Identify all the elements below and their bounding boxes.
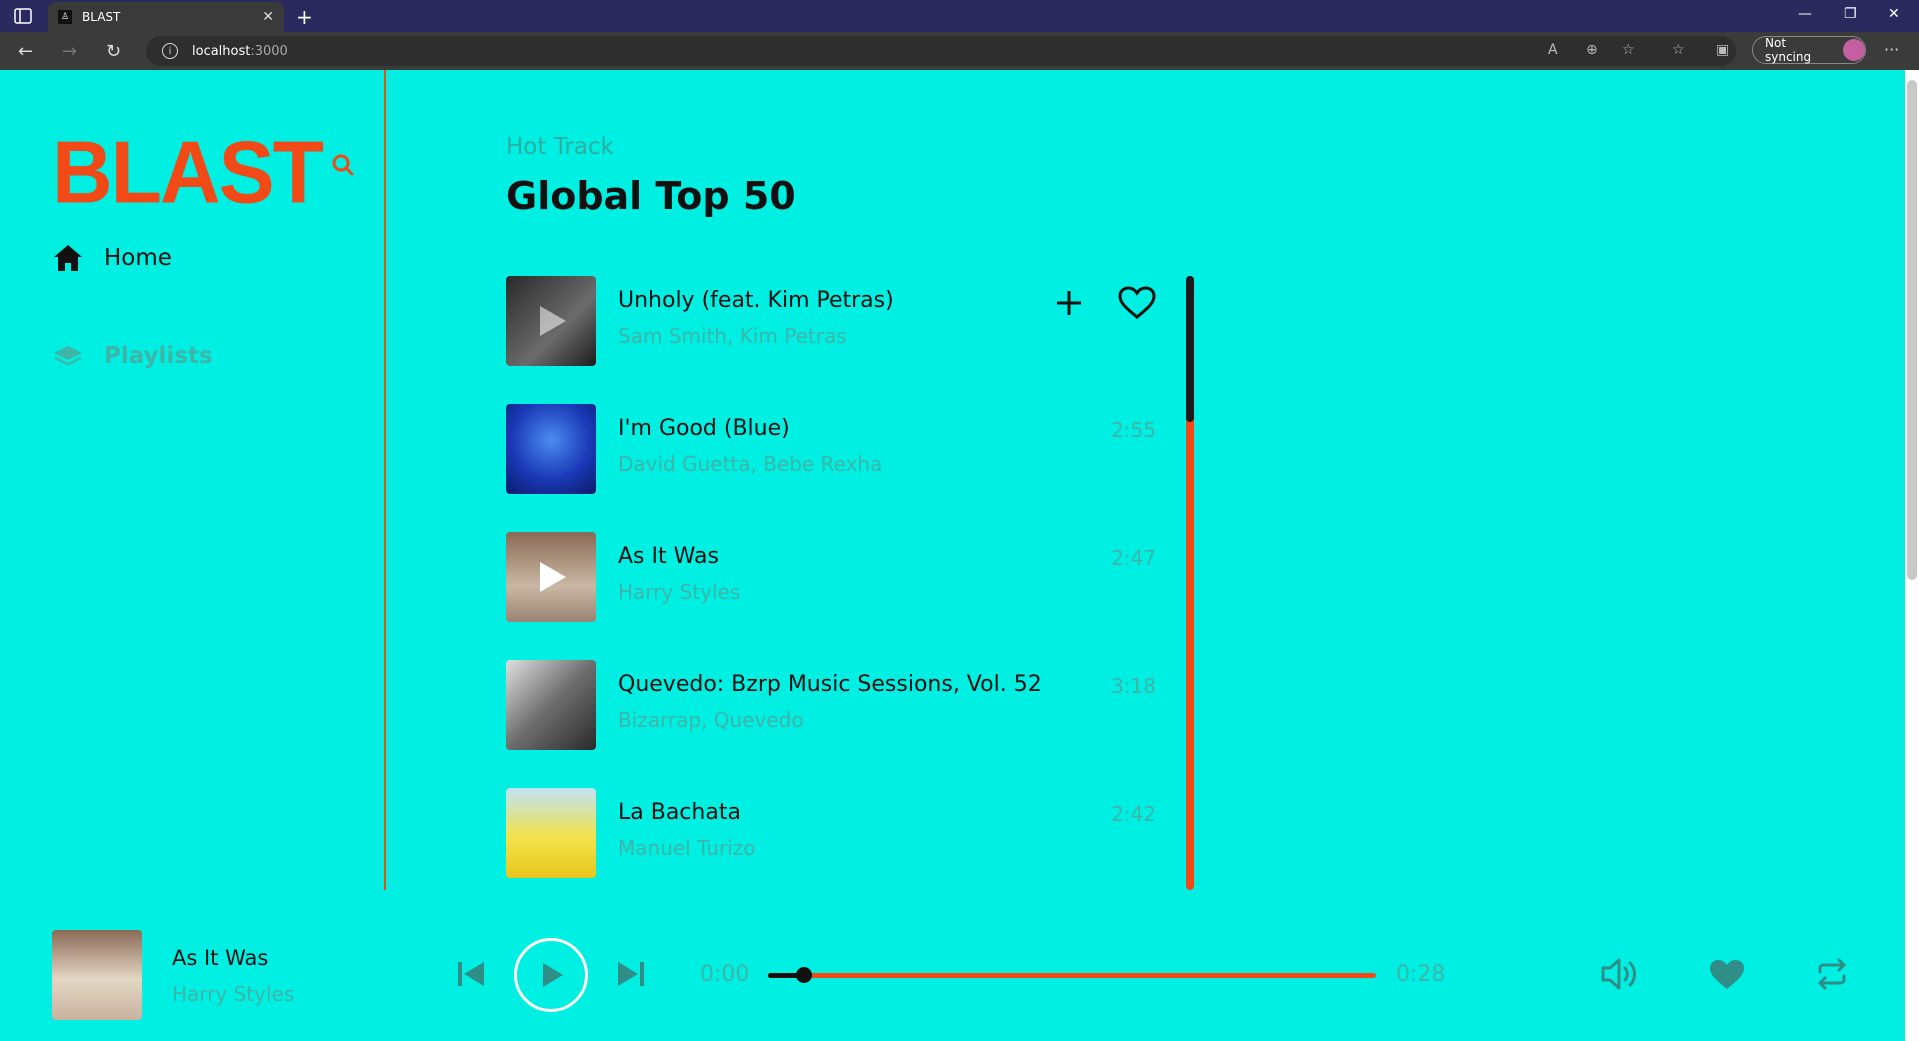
app: BLAST Home Playlists Hot Track Global To… — [0, 70, 1905, 1041]
album-art[interactable] — [506, 404, 596, 494]
sync-label: Not syncing — [1765, 36, 1812, 64]
add-favorite-icon[interactable]: ☆ — [1622, 42, 1635, 58]
track-duration: 3:18 — [1111, 674, 1156, 698]
track-row[interactable]: As It Was Harry Styles 2:47 — [506, 532, 1156, 624]
track-artist[interactable]: Bizarrap, Quevedo — [618, 708, 804, 732]
heart-outline-icon[interactable] — [1118, 286, 1156, 320]
url-field[interactable]: i localhost:3000 — [146, 36, 1736, 66]
album-art[interactable] — [506, 788, 596, 878]
tab-title: BLAST — [82, 10, 121, 24]
layers-icon — [54, 346, 82, 366]
zoom-icon[interactable]: ⊕ — [1586, 42, 1598, 58]
reload-icon[interactable]: ↻ — [106, 41, 121, 62]
browser-tab[interactable]: ♙ BLAST ✕ — [48, 2, 284, 32]
track-title: La Bachata — [618, 800, 741, 825]
progress-bar[interactable] — [768, 973, 1376, 978]
site-info-icon[interactable]: i — [162, 43, 178, 59]
track-duration: 2:55 — [1111, 418, 1156, 442]
sidebar: BLAST Home Playlists — [0, 70, 386, 890]
track-row[interactable]: I'm Good (Blue) David Guetta, Bebe Rexha… — [506, 404, 1156, 496]
album-art[interactable] — [506, 532, 596, 622]
play-icon — [543, 963, 563, 987]
now-playing-art — [52, 930, 142, 1020]
sidebar-item-label: Home — [104, 245, 172, 271]
current-time: 0:00 — [700, 962, 750, 987]
track-row[interactable]: Quevedo: Bzrp Music Sessions, Vol. 52 Bi… — [506, 660, 1156, 752]
close-window-icon[interactable]: ✕ — [1888, 6, 1900, 22]
track-artist[interactable]: Sam Smith, Kim Petras — [618, 324, 847, 348]
browser-titlebar: ♙ BLAST ✕ + — ❐ ✕ — [0, 0, 1919, 32]
repeat-icon[interactable] — [1814, 956, 1850, 992]
track-row[interactable]: La Bachata Manuel Turizo 2:42 — [506, 788, 1156, 880]
minimize-icon[interactable]: — — [1798, 6, 1812, 22]
previous-track-icon[interactable] — [456, 960, 486, 988]
now-playing-artist: Harry Styles — [172, 982, 295, 1006]
favicon-icon: ♙ — [58, 10, 72, 24]
track-title: Quevedo: Bzrp Music Sessions, Vol. 52 — [618, 672, 1042, 697]
track-duration: 2:42 — [1111, 802, 1156, 826]
play-overlay-icon[interactable] — [538, 560, 568, 594]
track-artist[interactable]: Manuel Turizo — [618, 836, 755, 860]
heart-filled-icon[interactable] — [1708, 958, 1746, 992]
favorites-icon[interactable]: ☆ — [1672, 42, 1685, 58]
album-art[interactable] — [506, 276, 596, 366]
volume-icon[interactable] — [1600, 956, 1640, 992]
read-aloud-icon[interactable]: A — [1548, 42, 1558, 58]
new-tab-icon[interactable]: + — [296, 5, 313, 29]
back-icon[interactable]: ← — [18, 41, 33, 62]
search-icon[interactable] — [332, 154, 354, 176]
track-row[interactable]: Unholy (feat. Kim Petras) Sam Smith, Kim… — [506, 276, 1156, 368]
track-artist[interactable]: Harry Styles — [618, 580, 740, 604]
sidebar-item-label: Playlists — [104, 343, 213, 369]
home-icon — [54, 245, 82, 271]
add-to-playlist-icon[interactable] — [1054, 288, 1084, 318]
tracklist-scrollbar-thumb[interactable] — [1186, 276, 1194, 422]
restore-icon[interactable]: ❐ — [1844, 6, 1857, 22]
url-port: :3000 — [250, 43, 288, 59]
more-icon[interactable]: ··· — [1884, 40, 1899, 59]
next-track-icon[interactable] — [616, 960, 646, 988]
play-button[interactable] — [514, 938, 588, 1012]
play-overlay-icon[interactable] — [538, 304, 568, 338]
address-bar: ← → ↻ i localhost:3000 A ⊕ ☆ ☆ ▣ — [0, 32, 1919, 70]
total-time: 0:28 — [1396, 962, 1446, 987]
track-title: Unholy (feat. Kim Petras) — [618, 288, 894, 313]
sidebar-item-home[interactable]: Home — [52, 242, 172, 274]
sync-button[interactable]: Not syncing — [1752, 36, 1866, 64]
progress-handle[interactable] — [796, 967, 813, 983]
track-title: As It Was — [618, 544, 719, 569]
now-playing-title: As It Was — [172, 946, 269, 970]
album-art[interactable] — [506, 660, 596, 750]
page-subtitle: Hot Track — [506, 134, 614, 160]
collections-icon[interactable]: ▣ — [1716, 42, 1729, 58]
url-host: localhost — [192, 43, 251, 59]
sidebar-item-playlists[interactable]: Playlists — [52, 340, 213, 372]
player-bar: As It Was Harry Styles 0:00 0:28 — [0, 890, 1905, 1041]
track-duration: 2:47 — [1111, 546, 1156, 570]
page-title: Global Top 50 — [506, 174, 796, 218]
track-title: I'm Good (Blue) — [618, 416, 790, 441]
logo: BLAST — [52, 122, 324, 222]
track-artist[interactable]: David Guetta, Bebe Rexha — [618, 452, 882, 476]
page-scrollbar-thumb[interactable] — [1907, 80, 1917, 580]
tab-close-icon[interactable]: ✕ — [262, 9, 274, 25]
tab-actions-icon[interactable] — [14, 8, 32, 24]
profile-avatar — [1843, 39, 1865, 61]
forward-icon[interactable]: → — [62, 41, 77, 62]
